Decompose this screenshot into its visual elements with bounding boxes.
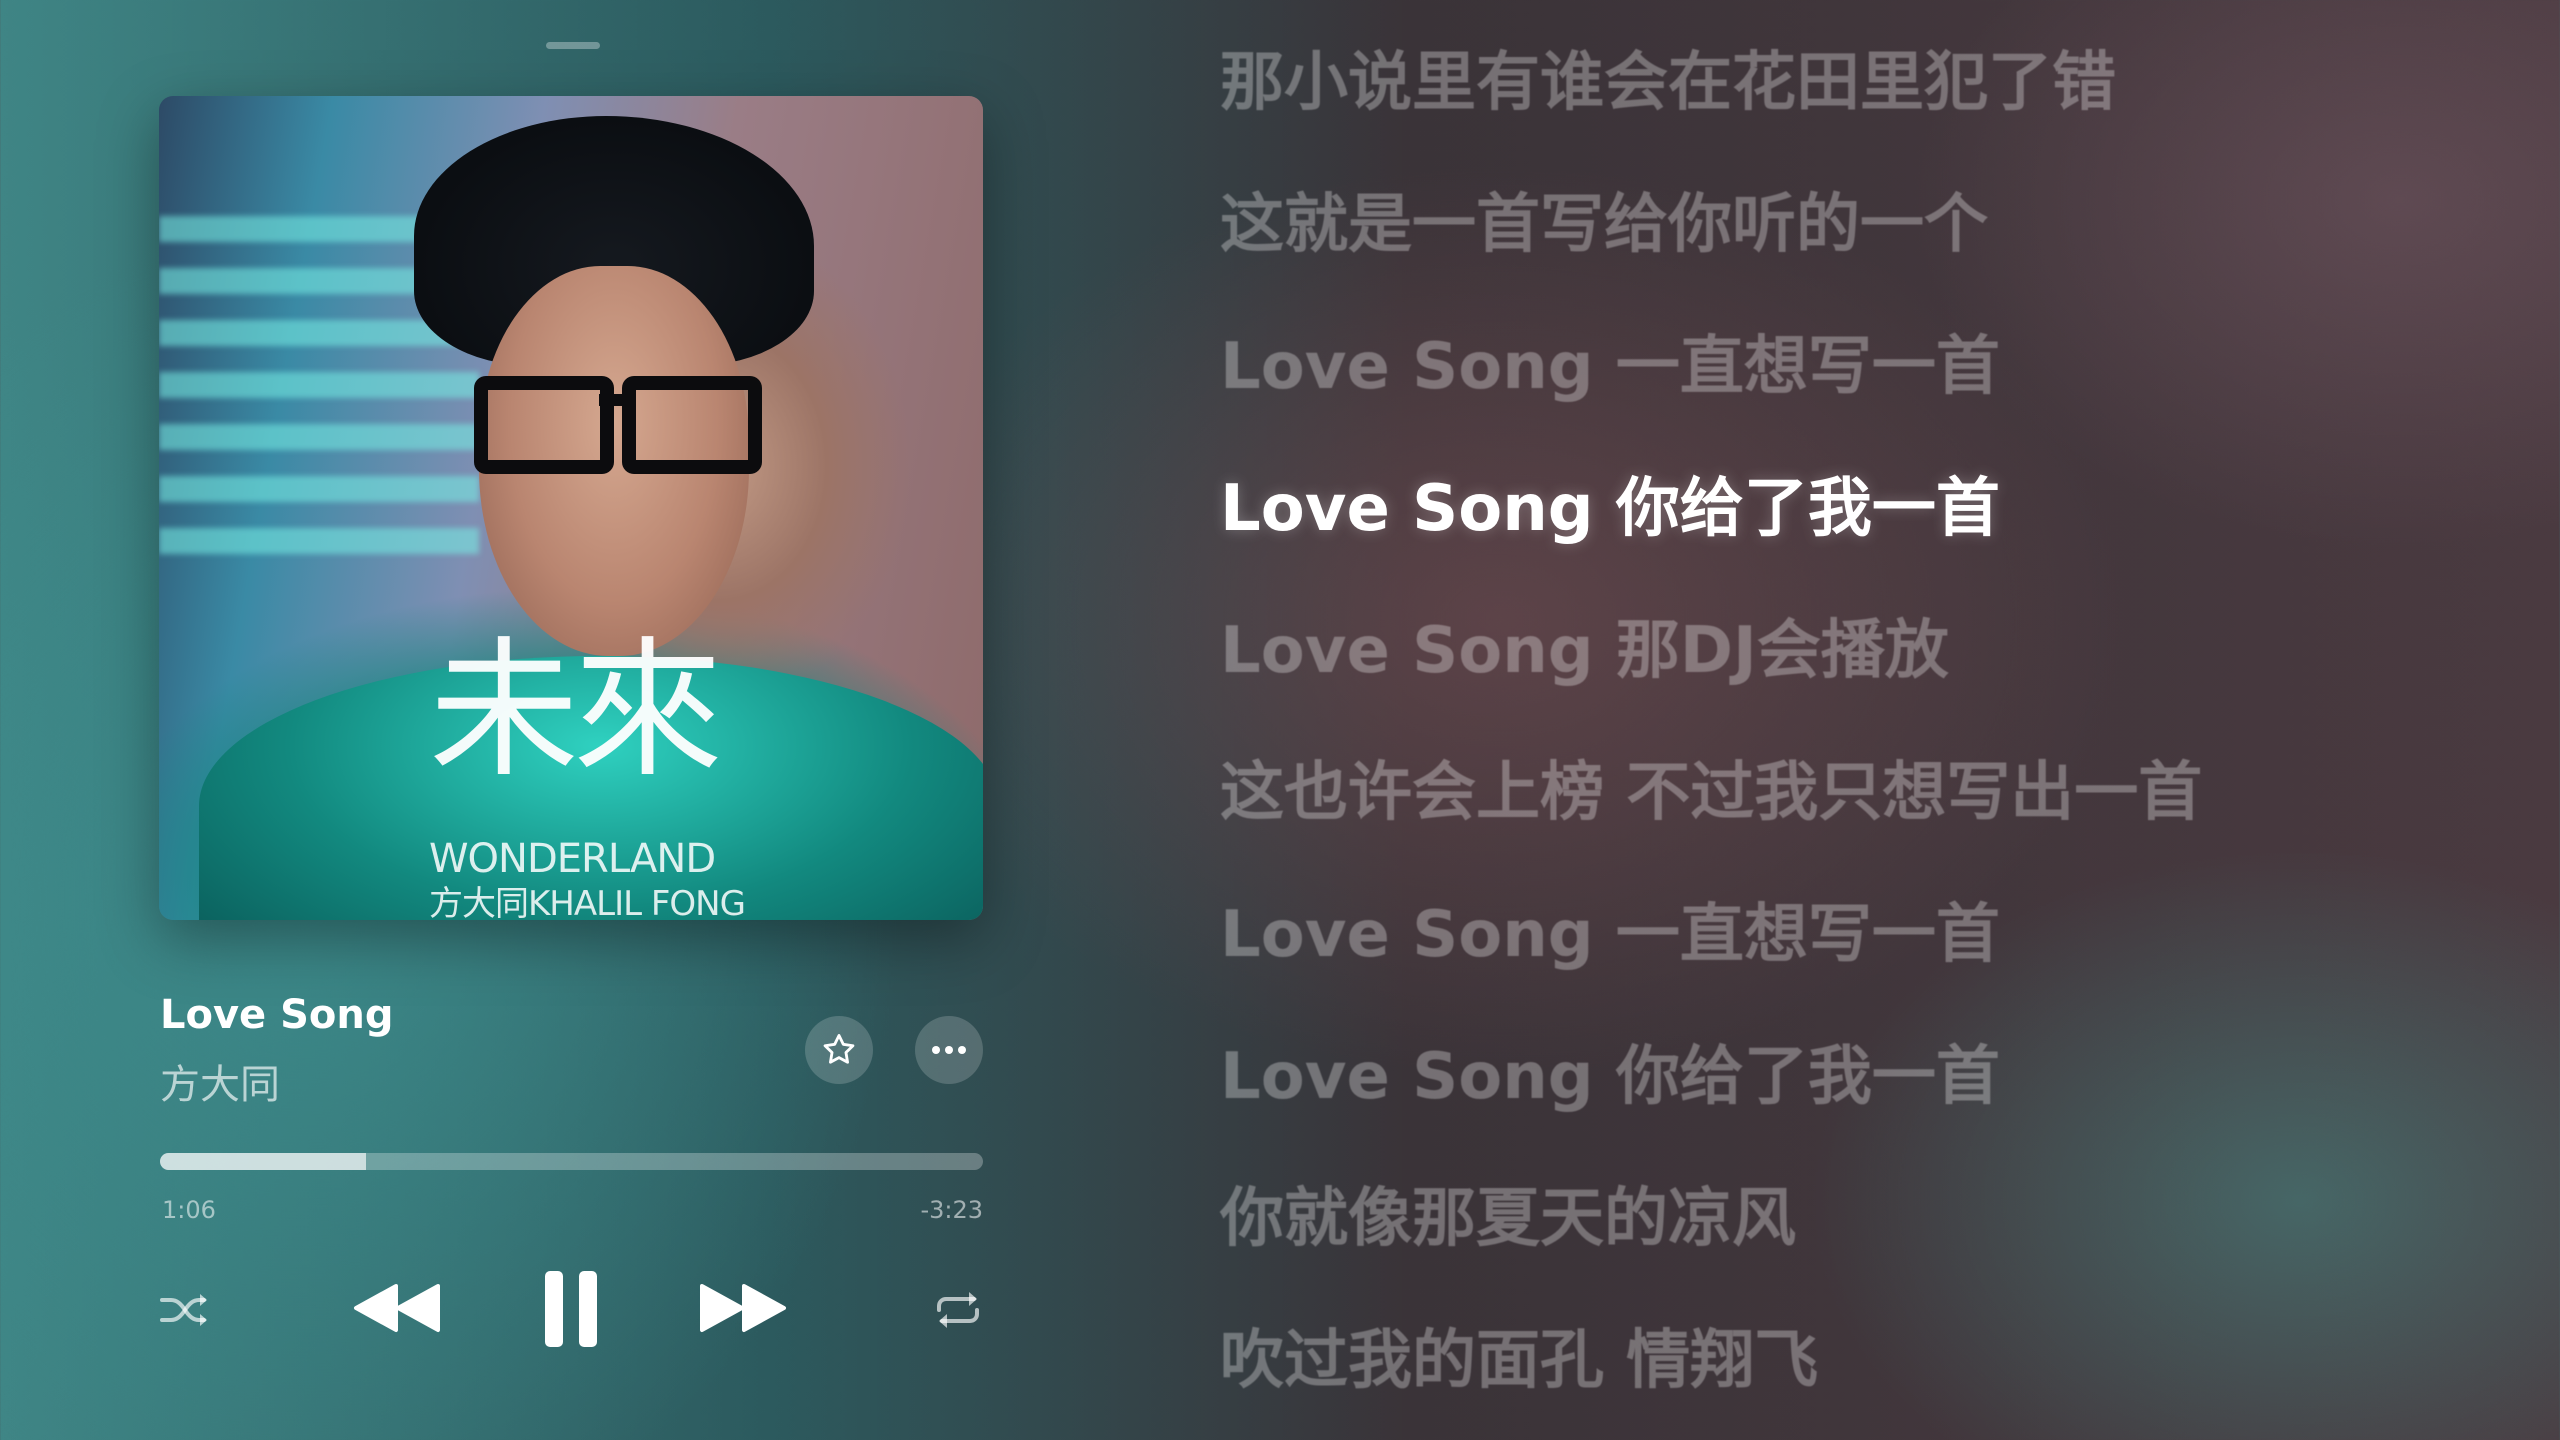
pause-button[interactable] xyxy=(536,1268,606,1350)
shuffle-icon xyxy=(160,1294,207,1326)
next-track-button[interactable] xyxy=(698,1278,788,1338)
pause-icon xyxy=(545,1271,597,1347)
lyric-line[interactable]: Love Song 一直想写一首 xyxy=(1220,890,2520,1032)
fast-forward-icon xyxy=(700,1284,786,1332)
artwork-glasses-right xyxy=(622,376,762,474)
elapsed-time: 1:06 xyxy=(162,1196,216,1224)
rewind-icon xyxy=(354,1284,440,1332)
playback-progress-fill xyxy=(160,1153,366,1170)
album-cover-artist: 方大同KHALIL FONG xyxy=(429,884,746,920)
sheet-grabber-handle[interactable] xyxy=(546,42,600,49)
favorite-button[interactable] xyxy=(805,1016,873,1084)
playback-progress-slider[interactable] xyxy=(160,1153,983,1170)
lyric-line[interactable]: Love Song 你给了我一首 xyxy=(1220,1032,2520,1174)
lyric-line[interactable]: 这也许会上榜 不过我只想写出一首 xyxy=(1220,748,2520,890)
repeat-button[interactable] xyxy=(932,1288,984,1332)
repeat-icon xyxy=(937,1292,979,1328)
song-artist[interactable]: 方大同 xyxy=(160,1052,280,1110)
lyric-line[interactable]: 那小说里有谁会在花田里犯了错 xyxy=(1220,38,2520,180)
lyric-line[interactable]: 你就像那夏天的凉风 xyxy=(1220,1174,2520,1316)
song-title: Love Song xyxy=(160,992,394,1038)
lyric-line[interactable]: Love Song 一直想写一首 xyxy=(1220,322,2520,464)
artwork-glasses-left xyxy=(474,376,614,474)
album-cover-title: 未來 xyxy=(429,624,723,798)
shuffle-button[interactable] xyxy=(158,1288,210,1332)
lyric-line-current[interactable]: Love Song 你给了我一首 xyxy=(1220,464,2520,606)
lyrics-panel[interactable]: 那小说里有谁会在花田里犯了错 这就是一首写给你听的一个 Love Song 一直… xyxy=(1220,38,2520,1440)
remaining-time: -3:23 xyxy=(920,1196,983,1224)
more-options-button[interactable] xyxy=(915,1016,983,1084)
ellipsis-icon xyxy=(932,1046,966,1054)
lyric-line[interactable]: Love Song 那DJ会播放 xyxy=(1220,606,2520,748)
lyric-line[interactable]: 吹过我的面孔 情翔飞 xyxy=(1220,1316,2520,1440)
star-icon xyxy=(823,1034,855,1064)
previous-track-button[interactable] xyxy=(352,1278,442,1338)
lyric-line[interactable]: 这就是一首写给你听的一个 xyxy=(1220,180,2520,322)
album-artwork: 未來 WONDERLAND 方大同KHALIL FONG xyxy=(159,96,983,920)
